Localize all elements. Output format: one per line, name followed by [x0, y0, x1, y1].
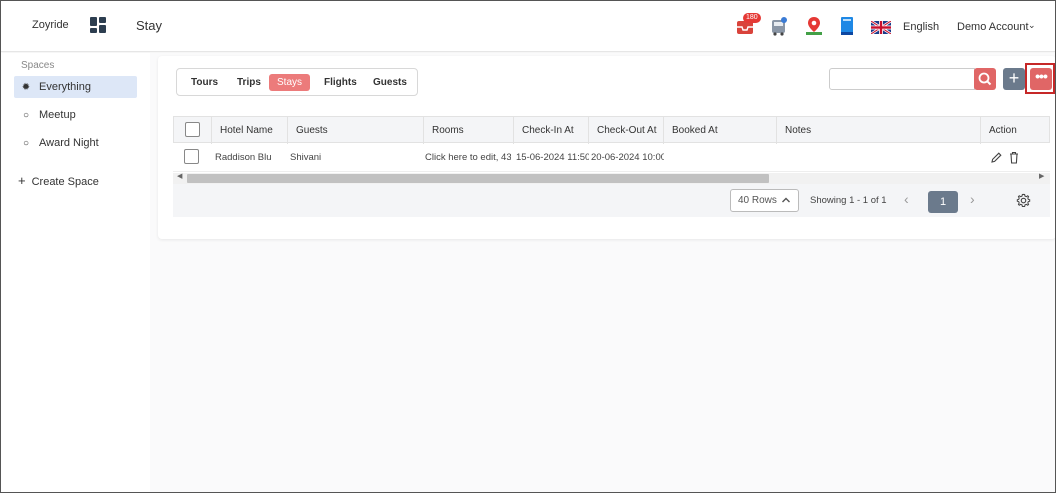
plus-icon: + [1008, 68, 1020, 88]
book-icon[interactable] [838, 16, 856, 36]
column-header-guests[interactable]: Guests [287, 117, 423, 144]
horizontal-scrollbar[interactable]: ◀ ▶ [173, 173, 1050, 184]
module-tabs: Tours Trips Stays Flights Guests [176, 68, 418, 96]
plus-icon: + [18, 173, 26, 188]
rows-per-page-value: 40 Rows [738, 195, 777, 206]
column-header-booked-at[interactable]: Booked At [663, 117, 776, 144]
cell-booked-at [666, 144, 774, 172]
column-header-action: Action [980, 117, 1051, 144]
apps-grid-icon[interactable] [90, 17, 106, 33]
edit-pencil-icon[interactable] [990, 151, 1003, 164]
create-space-label: Create Space [31, 176, 99, 188]
search-button[interactable] [974, 68, 996, 90]
tab-trips[interactable]: Trips [237, 75, 261, 91]
cell-rooms[interactable]: Click here to edit, 43 [425, 144, 511, 172]
column-header-hotel-name[interactable]: Hotel Name [211, 117, 289, 144]
page-title: Stay [136, 18, 163, 33]
sidebar-item-label: Everything [39, 81, 91, 93]
cell-check-out: 20-06-2024 10:00 [591, 152, 664, 163]
bus-icon[interactable] [770, 16, 788, 36]
row-checkbox[interactable] [184, 149, 199, 164]
spaces-section-label: Spaces [21, 60, 55, 71]
cell-hotel-name: Raddison Blu [215, 152, 272, 163]
table-row[interactable]: Raddison Blu Shivani Click here to edit,… [173, 144, 1050, 172]
chevron-left-icon[interactable]: ‹ [904, 191, 909, 207]
circle-icon: ○ [22, 137, 30, 149]
create-space-button[interactable]: + Create Space [18, 173, 99, 188]
gear-bullet-icon: ✹ [21, 81, 31, 93]
cell-notes [779, 144, 977, 172]
column-header-notes[interactable]: Notes [776, 117, 980, 144]
tab-tours[interactable]: Tours [191, 75, 218, 91]
sidebar-item-everything[interactable]: ✹ Everything [14, 76, 137, 98]
map-pin-icon[interactable] [805, 16, 823, 36]
sidebar-item-label: Meetup [39, 109, 76, 121]
gear-icon[interactable] [1016, 193, 1031, 208]
select-all-checkbox[interactable] [185, 122, 200, 137]
scroll-right-arrow-icon[interactable]: ▶ [1039, 172, 1044, 180]
chevron-right-icon[interactable]: › [970, 191, 975, 207]
tab-flights[interactable]: Flights [324, 75, 357, 91]
cell-guests: Shivani [290, 152, 322, 163]
scrollbar-thumb[interactable] [187, 174, 769, 183]
account-menu[interactable]: Demo Account [957, 21, 1029, 33]
column-header-rooms[interactable]: Rooms [423, 117, 513, 144]
circle-icon: ○ [22, 109, 30, 121]
table-header: Hotel Name Guests Rooms Check-In At Chec… [173, 116, 1051, 144]
tab-guests[interactable]: Guests [373, 75, 407, 91]
pagination-bar: 40 Rows Showing 1 - 1 of 1 ‹ 1 › [173, 184, 1050, 217]
sidebar-item-label: Award Night [39, 137, 99, 149]
language-selector[interactable]: English [903, 21, 939, 33]
showing-count: Showing 1 - 1 of 1 [810, 195, 887, 206]
page-number-button[interactable]: 1 [928, 191, 958, 213]
cell-check-in: 15-06-2024 11:50 [516, 152, 589, 163]
chevron-up-icon [782, 197, 790, 203]
tab-stays[interactable]: Stays [269, 74, 311, 91]
scroll-left-arrow-icon[interactable]: ◀ [177, 172, 182, 180]
chevron-down-icon[interactable]: ⌄ [1028, 20, 1036, 31]
rows-per-page-select[interactable]: 40 Rows [730, 189, 799, 212]
stays-table: Hotel Name Guests Rooms Check-In At Chec… [173, 116, 1050, 217]
uk-flag-icon[interactable] [871, 21, 891, 34]
brand-name[interactable]: Zoyride [32, 19, 69, 31]
sidebar-item-meetup[interactable]: ○ Meetup [14, 104, 137, 126]
column-header-check-out[interactable]: Check-Out At [588, 117, 663, 144]
notification-badge: 180 [743, 13, 761, 23]
add-button[interactable]: + [1003, 68, 1025, 90]
search-icon [978, 72, 992, 86]
sidebar-item-award-night[interactable]: ○ Award Night [14, 132, 137, 154]
column-header-check-in[interactable]: Check-In At [513, 117, 588, 144]
trash-icon[interactable] [1008, 151, 1020, 164]
search-input[interactable] [829, 68, 975, 90]
top-header: Zoyride Stay 180 English Demo Account ⌄ [0, 0, 1056, 52]
highlight-outline [1025, 63, 1055, 94]
